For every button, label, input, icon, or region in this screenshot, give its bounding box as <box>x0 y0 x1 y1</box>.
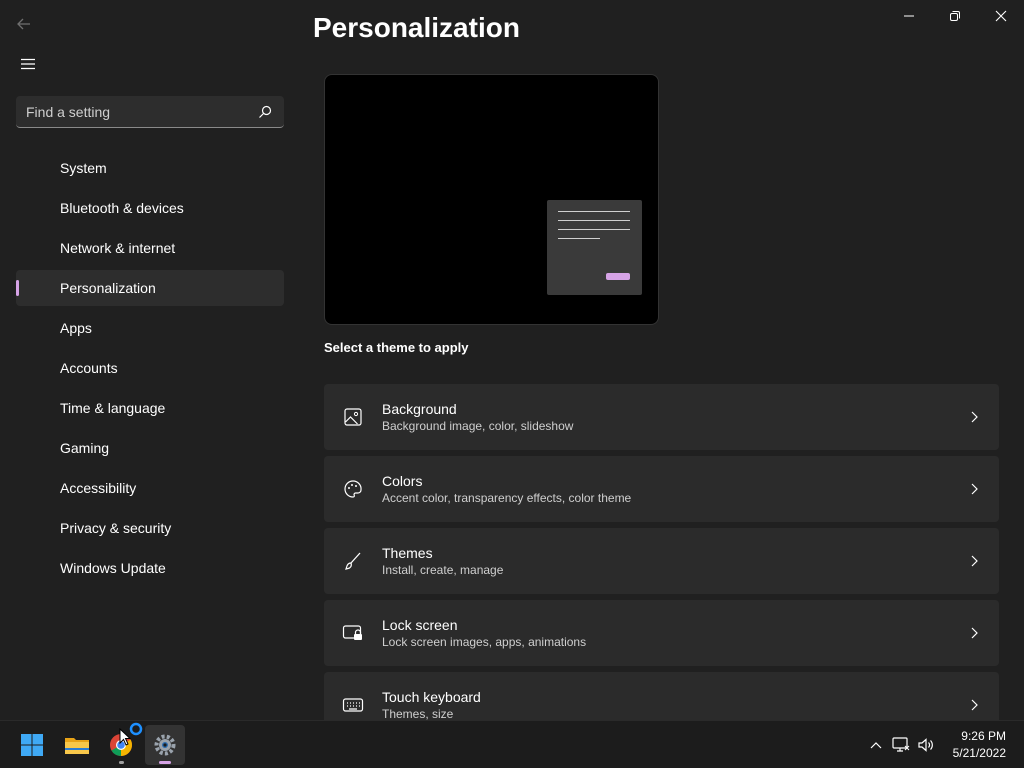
sidebar-item-accounts[interactable]: Accounts <box>16 350 284 386</box>
theme-preview <box>324 74 659 325</box>
taskbar-file-explorer[interactable] <box>57 725 97 765</box>
preview-line <box>558 238 600 239</box>
chevron-right-icon <box>949 555 999 567</box>
hamburger-icon <box>21 58 35 70</box>
settings-icon <box>154 734 176 756</box>
volume-icon[interactable] <box>914 737 938 753</box>
sidebar-item-label: Accessibility <box>60 480 137 496</box>
restore-icon <box>950 11 960 21</box>
sidebar-item-label: Network & internet <box>60 240 176 256</box>
sidebar-item-label: Accounts <box>60 360 118 376</box>
sidebar-item-system[interactable]: System <box>16 150 284 186</box>
window-controls <box>886 0 1024 32</box>
sidebar-item-label: Apps <box>60 320 92 336</box>
network-icon[interactable] <box>888 737 914 753</box>
sidebar-item-gaming[interactable]: Gaming <box>16 430 284 466</box>
card-themes[interactable]: Themes Install, create, manage <box>324 528 999 594</box>
palette-icon <box>324 479 382 499</box>
clock-date: 5/21/2022 <box>952 746 1006 760</box>
preview-line <box>558 211 630 212</box>
sidebar-item-windows-update[interactable]: Windows Update <box>16 550 284 586</box>
clock-time: 9:26 PM <box>961 729 1006 743</box>
select-theme-label: Select a theme to apply <box>324 340 469 355</box>
picture-icon <box>324 407 382 427</box>
chevron-right-icon <box>949 627 999 639</box>
close-icon <box>995 10 1007 22</box>
minimize-button[interactable] <box>886 0 932 32</box>
sidebar-item-personalization[interactable]: Personalization <box>16 270 284 306</box>
taskbar-clock[interactable]: 9:26 PM 5/21/2022 <box>953 728 1006 762</box>
minimize-icon <box>904 15 914 17</box>
running-indicator <box>119 761 124 764</box>
chevron-right-icon <box>949 699 999 711</box>
back-arrow-icon <box>17 18 30 30</box>
brush-icon <box>324 551 382 571</box>
loading-spinner-icon <box>129 722 143 736</box>
file-explorer-icon <box>65 738 89 754</box>
sidebar-item-apps[interactable]: Apps <box>16 310 284 346</box>
mouse-cursor-icon <box>119 728 131 746</box>
search-input[interactable] <box>26 103 256 120</box>
card-lock-screen[interactable]: Lock screen Lock screen images, apps, an… <box>324 600 999 666</box>
sidebar-item-label: Time & language <box>60 400 166 416</box>
sidebar-item-label: Privacy & security <box>60 520 172 536</box>
card-subtitle: Accent color, transparency effects, colo… <box>382 491 632 505</box>
keyboard-icon <box>324 697 382 713</box>
sidebar-item-label: Gaming <box>60 440 110 456</box>
windows-start-icon <box>21 734 43 756</box>
sidebar-item-network-internet[interactable]: Network & internet <box>16 230 284 266</box>
sidebar-item-time-language[interactable]: Time & language <box>16 390 284 426</box>
search-icon[interactable] <box>256 103 274 121</box>
page-title: Personalization <box>313 12 520 43</box>
preview-accent-button <box>606 273 630 280</box>
card-subtitle: Install, create, manage <box>382 563 504 577</box>
card-title: Colors <box>382 473 423 489</box>
card-subtitle: Lock screen images, apps, animations <box>382 635 587 649</box>
sidebar-nav: System Bluetooth & devices Network & int… <box>16 150 284 590</box>
settings-cards: Background Background image, color, slid… <box>324 384 999 722</box>
card-subtitle: Background image, color, slideshow <box>382 419 574 433</box>
chevron-up-icon[interactable] <box>864 741 888 749</box>
sidebar-item-label: Personalization <box>60 280 156 296</box>
preview-line <box>558 229 630 230</box>
navigation-menu-button[interactable] <box>12 48 44 80</box>
card-touch-keyboard[interactable]: Touch keyboard Themes, size <box>324 672 999 722</box>
preview-line <box>558 220 630 221</box>
taskbar: 9:26 PM 5/21/2022 <box>0 720 1024 768</box>
search-box[interactable] <box>16 96 284 128</box>
chevron-right-icon <box>949 483 999 495</box>
card-title: Background <box>382 401 457 417</box>
active-indicator <box>159 761 171 764</box>
card-colors[interactable]: Colors Accent color, transparency effect… <box>324 456 999 522</box>
card-background[interactable]: Background Background image, color, slid… <box>324 384 999 450</box>
card-title: Themes <box>382 545 433 561</box>
start-button[interactable] <box>12 725 52 765</box>
sidebar-item-bluetooth-devices[interactable]: Bluetooth & devices <box>16 190 284 226</box>
sidebar-item-label: Bluetooth & devices <box>60 200 184 216</box>
sidebar-item-label: System <box>60 160 107 176</box>
close-button[interactable] <box>978 0 1024 32</box>
preview-window-thumbnail <box>547 200 642 295</box>
taskbar-settings[interactable] <box>145 725 185 765</box>
card-title: Touch keyboard <box>382 689 481 705</box>
sidebar-item-privacy-security[interactable]: Privacy & security <box>16 510 284 546</box>
sidebar-item-label: Windows Update <box>60 560 166 576</box>
restore-button[interactable] <box>932 0 978 32</box>
card-title: Lock screen <box>382 617 458 633</box>
chevron-right-icon <box>949 411 999 423</box>
back-button[interactable] <box>8 8 40 40</box>
system-tray <box>864 721 938 768</box>
lock-screen-icon <box>324 623 382 643</box>
sidebar-item-accessibility[interactable]: Accessibility <box>16 470 284 506</box>
